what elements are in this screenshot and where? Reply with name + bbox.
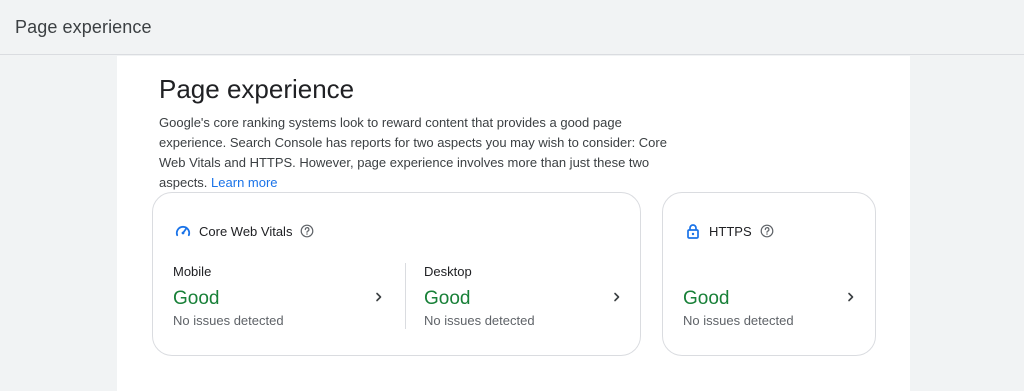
learn-more-link[interactable]: Learn more: [211, 175, 277, 190]
help-icon[interactable]: [300, 224, 314, 238]
https-detail: No issues detected: [683, 313, 794, 328]
core-web-vitals-header: Core Web Vitals: [175, 222, 314, 240]
chevron-right-icon[interactable]: [612, 289, 622, 302]
core-web-vitals-card: Core Web Vitals Mobile Good No issues de…: [152, 192, 641, 356]
core-web-vitals-title: Core Web Vitals: [199, 223, 293, 239]
desktop-detail: No issues detected: [424, 313, 535, 328]
https-title: HTTPS: [709, 223, 752, 239]
intro-paragraph: Google's core ranking systems look to re…: [159, 113, 689, 193]
top-bar: Page experience: [0, 0, 1024, 55]
chevron-right-icon[interactable]: [846, 289, 856, 302]
https-status: Good: [683, 288, 730, 309]
desktop-label: Desktop: [424, 264, 472, 279]
mobile-detail: No issues detected: [173, 313, 284, 328]
mobile-label: Mobile: [173, 264, 212, 279]
page-title: Page experience: [159, 74, 355, 104]
https-header: HTTPS: [685, 222, 774, 240]
https-card: HTTPS Good No issues detected: [662, 192, 876, 356]
help-icon[interactable]: [760, 224, 774, 238]
lock-icon: [685, 223, 701, 239]
https-status-cell[interactable]: Good No issues detected: [683, 257, 859, 337]
cell-divider: [405, 263, 406, 329]
desktop-status-cell[interactable]: Desktop Good No issues detected: [424, 257, 624, 337]
desktop-status: Good: [424, 288, 471, 309]
main-panel: Page experience Google's core ranking sy…: [117, 56, 910, 391]
top-bar-title: Page experience: [15, 17, 152, 37]
chevron-right-icon[interactable]: [374, 289, 384, 302]
mobile-status-cell[interactable]: Mobile Good No issues detected: [173, 257, 389, 337]
speedometer-icon: [175, 223, 191, 239]
mobile-status: Good: [173, 288, 220, 309]
